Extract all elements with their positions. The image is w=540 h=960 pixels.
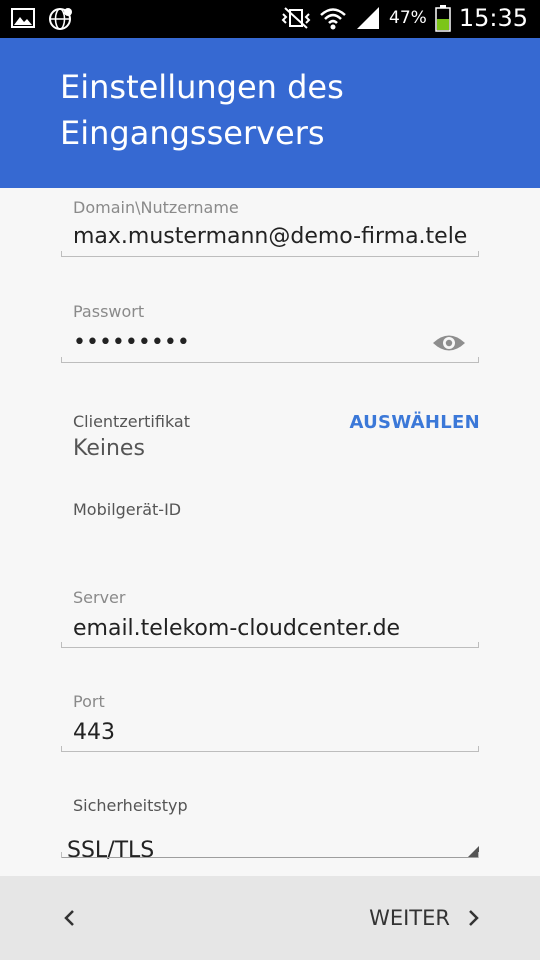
chevron-right-icon	[469, 910, 479, 926]
username-label: Domain\Nutzername	[73, 198, 239, 217]
clock: 15:35	[458, 4, 528, 32]
wifi-icon	[320, 8, 346, 30]
next-button-label: WEITER	[369, 906, 450, 930]
security-type-label: Sicherheitstyp	[73, 796, 188, 815]
device-id-label: Mobilgerät-ID	[73, 500, 182, 519]
server-label: Server	[73, 588, 126, 607]
port-field[interactable]: 443	[73, 720, 115, 745]
client-cert-label: Clientzertifikat	[73, 412, 190, 431]
server-field[interactable]: email.telekom-cloudcenter.de	[73, 616, 400, 641]
username-field[interactable]: max.mustermann@demo-firma.telek	[73, 224, 469, 249]
security-type-underline	[61, 852, 479, 858]
gallery-icon	[11, 8, 35, 28]
security-type-select[interactable]: SSL/TLS	[67, 838, 154, 863]
signal-icon	[357, 7, 380, 29]
settings-form[interactable]: Domain\Nutzername max.mustermann@demo-fi…	[0, 188, 540, 876]
password-field[interactable]: •••••••••	[73, 330, 190, 355]
battery-icon	[435, 5, 451, 32]
battery-percent: 47%	[389, 8, 427, 28]
chevron-left-icon	[64, 910, 74, 926]
client-cert-value: Keines	[73, 436, 145, 461]
header: Einstellungen des Eingangsservers	[0, 38, 540, 188]
bottom-nav-bar: WEITER	[0, 876, 540, 960]
port-underline	[61, 746, 479, 752]
password-label: Passwort	[73, 302, 145, 321]
server-underline	[61, 642, 479, 648]
globe-icon	[49, 8, 72, 30]
page-title: Einstellungen des Eingangsservers	[60, 68, 344, 152]
vibrate-mute-icon	[281, 7, 311, 29]
password-underline	[61, 357, 479, 363]
port-label: Port	[73, 692, 105, 711]
username-underline	[61, 251, 479, 257]
select-certificate-button[interactable]: AUSWÄHLEN	[349, 412, 480, 433]
eye-icon[interactable]	[432, 332, 466, 354]
next-button[interactable]: WEITER	[369, 898, 484, 938]
status-bar: 47% 15:35	[0, 0, 540, 38]
back-button[interactable]	[56, 898, 96, 938]
